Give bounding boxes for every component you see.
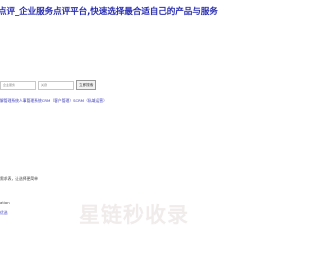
watermark-text: 星链秒收录 xyxy=(79,203,189,227)
search-input-keyword[interactable]: 关键 xyxy=(38,80,74,90)
hint-text: 需求表，让选择更简单 xyxy=(0,176,38,181)
search-bar: 企业服务 关键 立即搜索 xyxy=(0,80,97,90)
page-headline[interactable]: 点评_企业服务点评平台,快速选择最合适自己的产品与服务 xyxy=(0,5,218,17)
category-links[interactable]: 解管理系统人事管理系统CRM（客户管理）SCRM（私域运营） xyxy=(0,98,107,104)
search-button[interactable]: 立即搜索 xyxy=(76,80,97,90)
search-input-category[interactable]: 企业服务 xyxy=(0,80,36,90)
footer-label: ation xyxy=(0,200,10,205)
footer-link[interactable]: 优选 xyxy=(0,210,8,216)
